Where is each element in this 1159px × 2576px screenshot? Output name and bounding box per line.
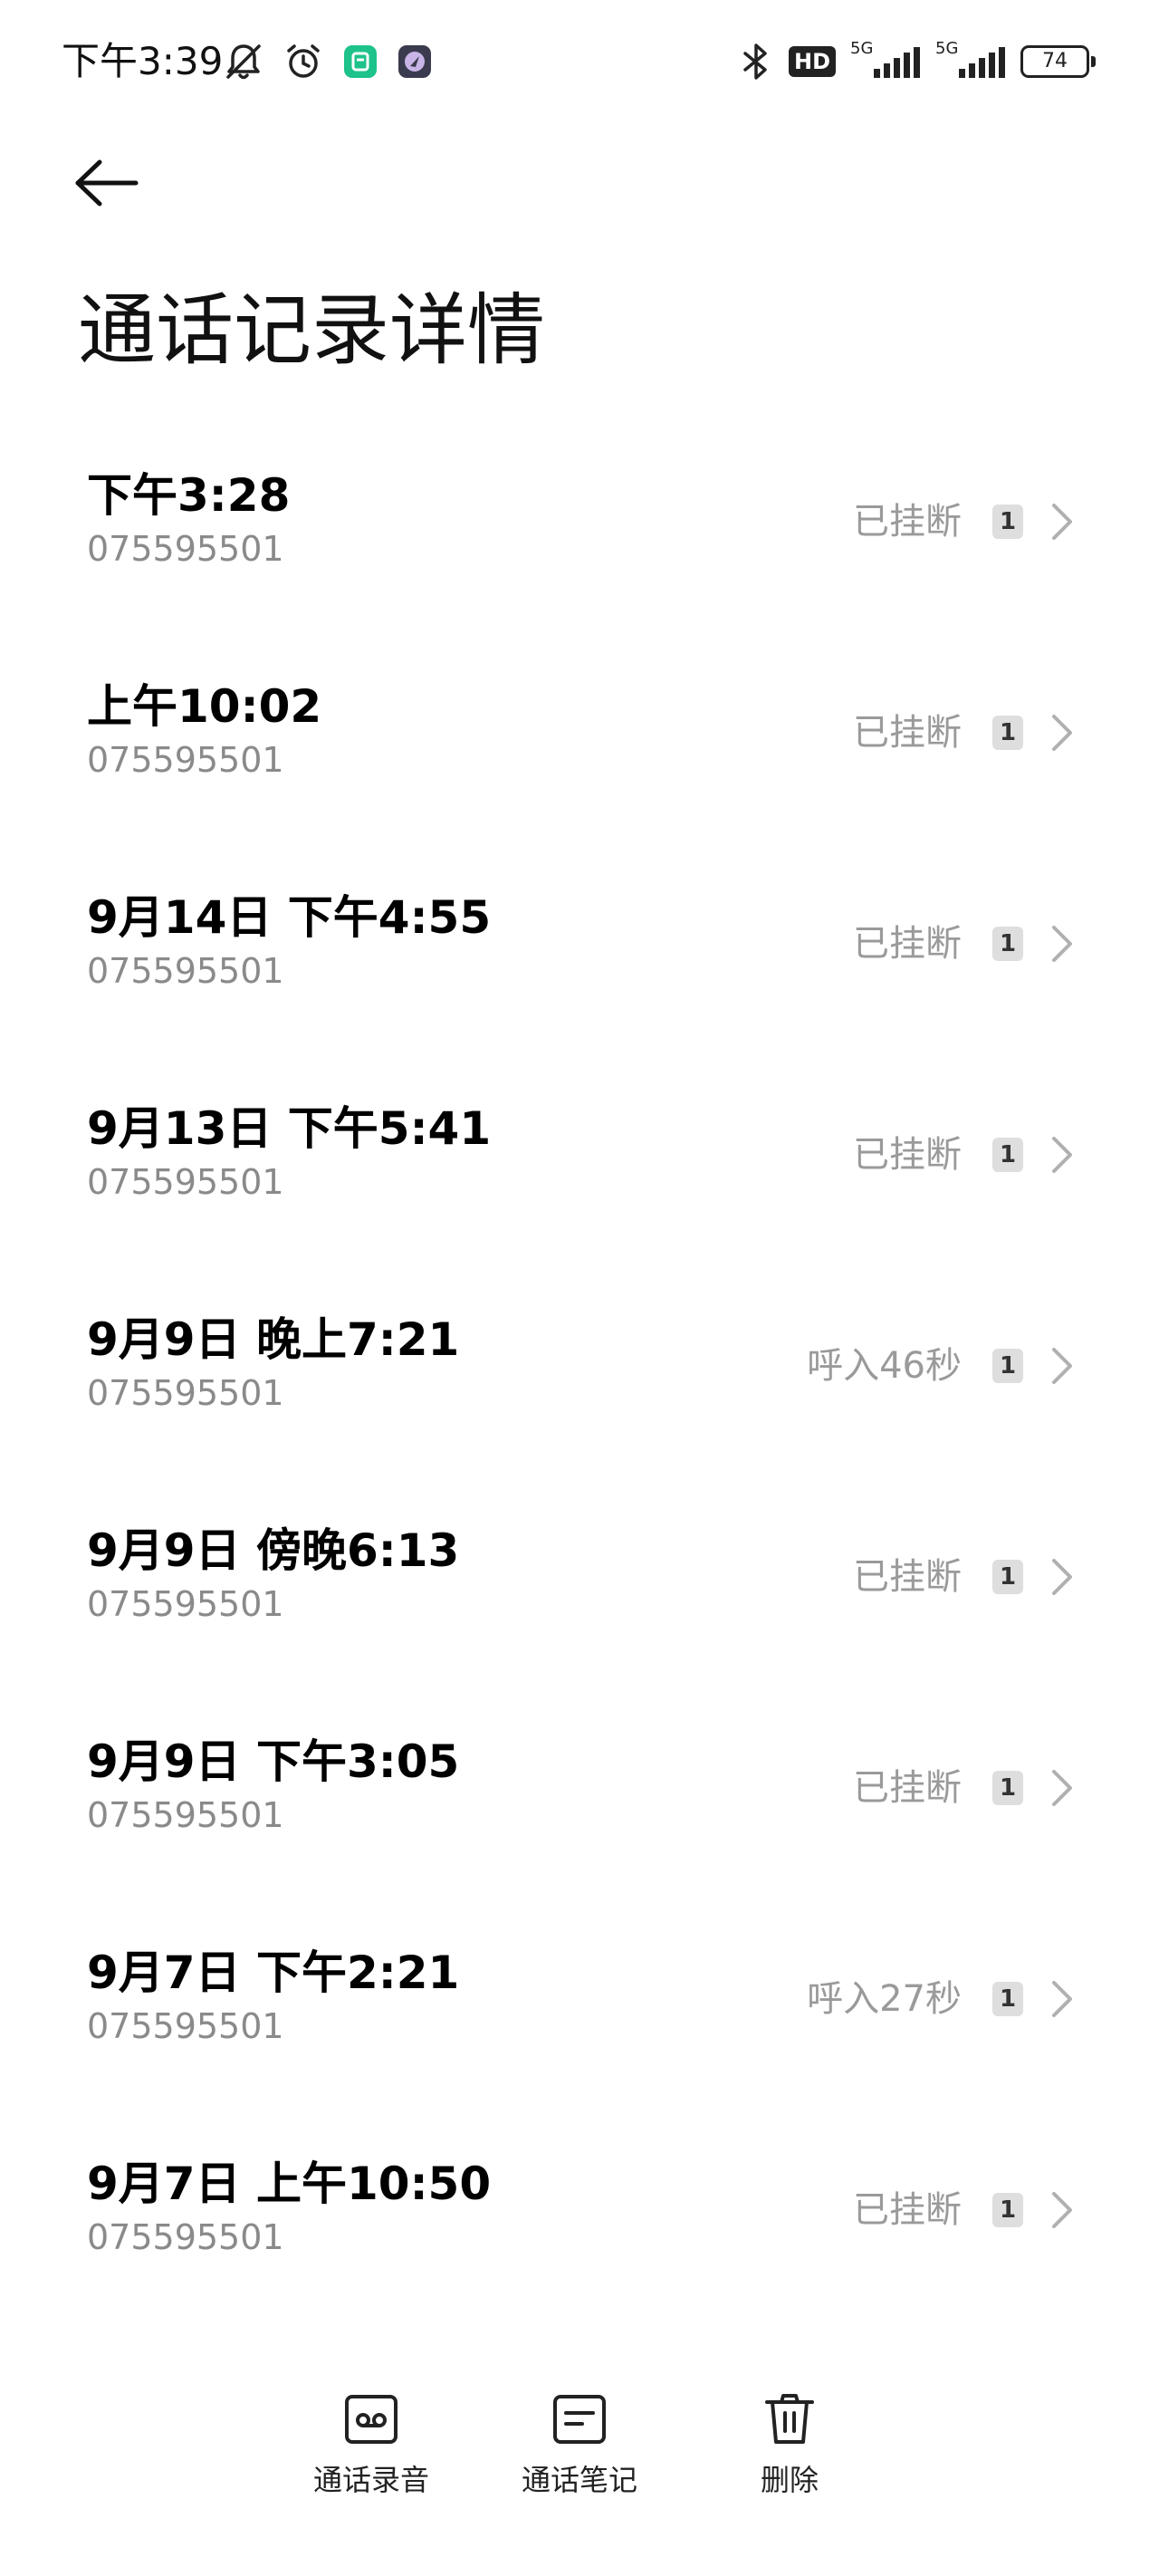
call-status: 已挂断: [853, 1134, 962, 1176]
status-bar: 下午3:39 HD 5G 5G 74: [0, 0, 1159, 123]
call-status: 呼入27秒: [807, 1978, 962, 2020]
call-row[interactable]: 下午3:28 075595501 已挂断 1: [0, 426, 1159, 637]
call-row[interactable]: 9月13日 下午5:41 075595501 已挂断 1: [0, 1059, 1159, 1270]
bottom-action-bar: 通话录音 通话笔记 删除: [0, 2391, 1159, 2536]
call-status: 已挂断: [853, 501, 962, 543]
status-left-icons: [223, 40, 433, 83]
status-time: 下午3:39: [62, 39, 224, 83]
call-row[interactable]: 9月14日 下午4:55 075595501 已挂断 1: [0, 848, 1159, 1059]
call-notes-button[interactable]: 通话笔记: [489, 2391, 670, 2498]
notes-icon: [553, 2395, 606, 2444]
hd-icon: HD: [788, 46, 836, 77]
call-time: 9月7日 上午10:50: [87, 2158, 492, 2210]
call-recording-label: 通话录音: [312, 2463, 429, 2497]
call-time: 9月14日 下午4:55: [87, 891, 492, 944]
call-status: 已挂断: [853, 2189, 962, 2231]
battery-level: 74: [1020, 45, 1089, 78]
recording-icon: [345, 2395, 398, 2444]
call-row[interactable]: 9月9日 下午3:05 075595501 已挂断 1: [0, 1692, 1159, 1903]
call-number: 075595501: [87, 1584, 284, 1624]
call-number: 075595501: [87, 1162, 284, 1202]
alarm-icon: [283, 41, 324, 82]
signal-icon: 5G: [850, 39, 921, 80]
delete-label: 删除: [760, 2463, 819, 2497]
call-time: 9月7日 下午2:21: [87, 1946, 460, 1999]
app-icon-purple: [397, 43, 433, 80]
chevron-right-icon: [1050, 502, 1074, 542]
call-status: 已挂断: [853, 1767, 962, 1809]
call-number: 075595501: [87, 1795, 284, 1835]
delete-button[interactable]: 删除: [699, 2391, 880, 2498]
sim-badge: 1: [992, 2193, 1023, 2227]
sim-badge: 1: [992, 1982, 1023, 2016]
call-time: 9月9日 下午3:05: [87, 1735, 460, 1788]
call-status-group: 呼入46秒 1: [807, 1339, 1074, 1393]
call-status-group: 已挂断 1: [853, 917, 1074, 971]
call-number: 075595501: [87, 2006, 284, 2046]
app-icon-green: [342, 43, 378, 80]
call-status-group: 已挂断 1: [853, 706, 1074, 760]
call-number: 075595501: [87, 529, 284, 569]
call-recording-button[interactable]: 通话录音: [281, 2391, 462, 2498]
call-row[interactable]: 9月9日 傍晚6:13 075595501 已挂断 1: [0, 1481, 1159, 1692]
call-notes-label: 通话笔记: [521, 2463, 637, 2497]
signal-label: 5G: [850, 39, 874, 58]
chevron-right-icon: [1050, 1346, 1074, 1386]
chevron-right-icon: [1050, 1557, 1074, 1597]
call-status-group: 呼入27秒 1: [807, 1972, 1074, 2026]
chevron-right-icon: [1050, 2190, 1074, 2230]
call-status-group: 已挂断 1: [853, 2183, 1074, 2237]
call-status: 已挂断: [853, 1556, 962, 1598]
call-status-group: 已挂断 1: [853, 1761, 1074, 1815]
call-time: 上午10:02: [87, 680, 322, 733]
call-row[interactable]: 上午10:02 075595501 已挂断 1: [0, 637, 1159, 848]
call-time: 下午3:28: [87, 469, 291, 522]
sim-badge: 1: [992, 1138, 1023, 1172]
call-number: 075595501: [87, 2217, 284, 2257]
arrow-left-icon: [75, 159, 139, 207]
chevron-right-icon: [1050, 713, 1074, 753]
call-number: 075595501: [87, 951, 284, 991]
chevron-right-icon: [1050, 1135, 1074, 1175]
back-button[interactable]: [72, 147, 163, 219]
call-list: 下午3:28 075595501 已挂断 1 上午10:02 075595501…: [0, 426, 1159, 2325]
signal-icon: 5G: [935, 39, 1006, 80]
call-row[interactable]: 9月7日 下午2:21 075595501 呼入27秒 1: [0, 1903, 1159, 2114]
chevron-right-icon: [1050, 1768, 1074, 1808]
call-status-group: 已挂断 1: [853, 495, 1074, 549]
sim-badge: 1: [992, 505, 1023, 539]
sim-badge: 1: [992, 1349, 1023, 1383]
call-time: 9月9日 晚上7:21: [87, 1313, 460, 1366]
bluetooth-icon: [738, 41, 774, 82]
call-number: 075595501: [87, 740, 284, 780]
call-status: 已挂断: [853, 712, 962, 754]
chevron-right-icon: [1050, 924, 1074, 964]
signal-label: 5G: [935, 39, 959, 58]
page-title: 通话记录详情: [78, 285, 545, 376]
mute-icon: [223, 41, 264, 82]
chevron-right-icon: [1050, 1979, 1074, 2019]
call-status-group: 已挂断 1: [853, 1128, 1074, 1182]
call-row[interactable]: 9月7日 上午10:50 075595501 已挂断 1: [0, 2114, 1159, 2325]
status-right-icons: HD 5G 5G 74: [738, 40, 1096, 83]
battery-icon: 74: [1020, 45, 1096, 78]
call-status: 呼入46秒: [807, 1345, 962, 1387]
sim-badge: 1: [992, 1771, 1023, 1805]
call-status-group: 已挂断 1: [853, 1550, 1074, 1604]
trash-icon: [765, 2394, 814, 2444]
sim-badge: 1: [992, 1560, 1023, 1594]
sim-badge: 1: [992, 927, 1023, 961]
call-time: 9月13日 下午5:41: [87, 1102, 492, 1155]
call-row[interactable]: 9月9日 晚上7:21 075595501 呼入46秒 1: [0, 1270, 1159, 1481]
sim-badge: 1: [992, 716, 1023, 750]
call-time: 9月9日 傍晚6:13: [87, 1524, 460, 1577]
call-number: 075595501: [87, 1373, 284, 1413]
call-status: 已挂断: [853, 923, 962, 965]
